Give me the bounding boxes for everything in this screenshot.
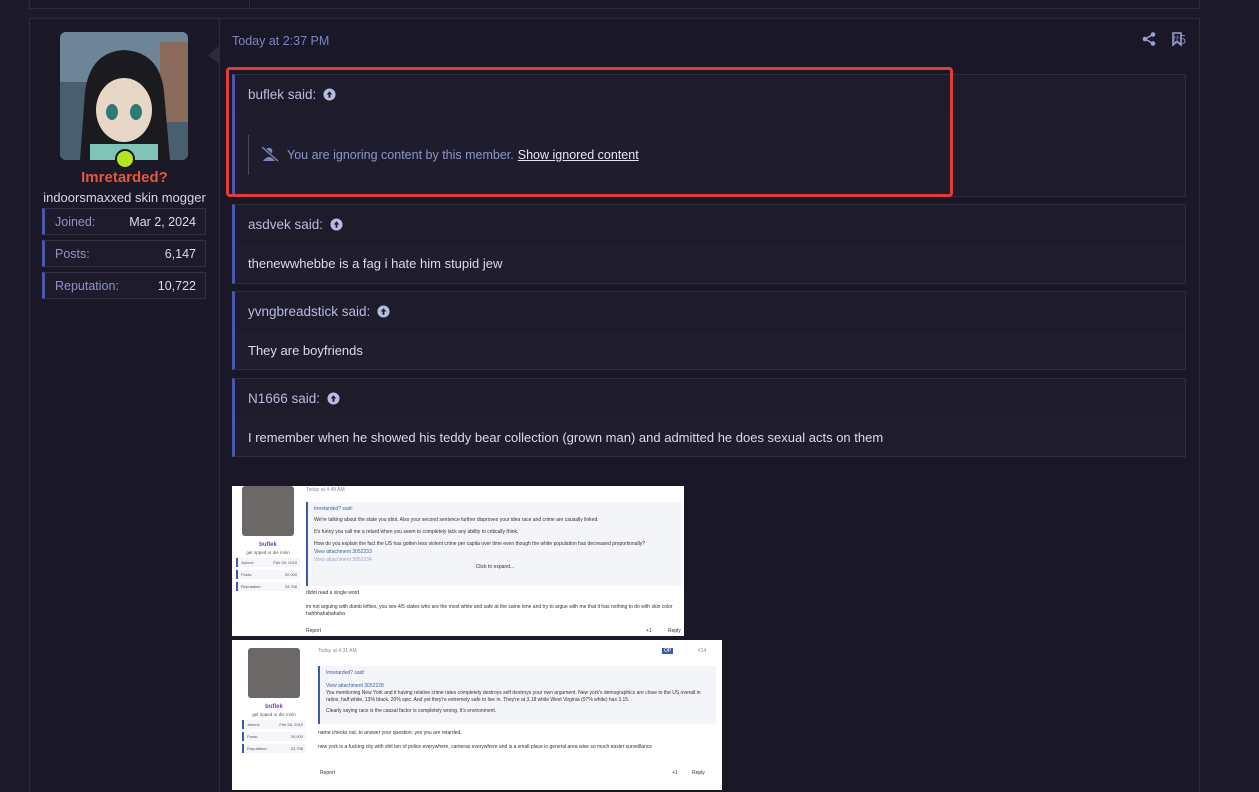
shot-reply: didnt read a single word im not arguing … xyxy=(306,590,673,617)
quote-block: buflek said: You are ignoring content by… xyxy=(232,74,1186,197)
shot-stat: Reputation: 33,758 xyxy=(242,744,306,753)
avatar[interactable] xyxy=(60,32,188,160)
shot-report: Report xyxy=(320,770,336,776)
shot-timestamp: Today at 4:48 AM xyxy=(306,487,345,493)
quote-block: N1666 said: I remember when he showed hi… xyxy=(232,378,1186,457)
attached-image-1[interactable]: buflek get ripped or die mirin Joined: Fe… xyxy=(232,486,684,636)
stat-reputation: Reputation: 10,722 xyxy=(42,272,206,299)
shot-user-cell: buflek get ripped or die mirin Joined: Fe… xyxy=(236,486,300,591)
quote-header[interactable]: yvngbreadstick said: xyxy=(235,292,1185,331)
quote-header[interactable]: N1666 said: xyxy=(235,379,1185,418)
shot-stat: Joined: Feb 28, 2019 xyxy=(236,558,300,567)
previous-post-edge xyxy=(29,0,1200,9)
arrow-up-circle-icon[interactable] xyxy=(323,88,336,101)
shot-user-cell: buflek get ripped or die mirin Joined: Fe… xyxy=(242,648,306,753)
shot-username: buflek xyxy=(265,704,283,710)
stat-value: 10,722 xyxy=(157,278,196,293)
quote-author: yvngbreadstick said: xyxy=(248,304,371,319)
share-icon[interactable] xyxy=(1141,31,1159,49)
shot-user-title: get ripped or die mirin xyxy=(252,712,296,717)
quote-block: asdvek said: thenewwhebbe is a fag i hat… xyxy=(232,204,1186,284)
quote-header[interactable]: asdvek said: xyxy=(235,205,1185,244)
stat-value: 6,147 xyxy=(164,246,196,261)
shot-reply-link: Reply xyxy=(668,628,681,634)
shot-stat: Posts: 20,000 xyxy=(242,732,306,741)
muted-user-icon xyxy=(261,145,279,165)
shot-avatar xyxy=(242,486,294,536)
attached-image-2[interactable]: buflek get ripped or die mirin Joined: Fe… xyxy=(232,640,722,790)
shot-quote: Imretarded? said: View attachment 305222… xyxy=(318,666,716,724)
shot-quote: Imretarded? said: We're talking about th… xyxy=(306,502,682,586)
stat-value: Mar 2, 2024 xyxy=(129,214,196,229)
ignored-text: You are ignoring content by this member. xyxy=(287,148,514,162)
stat-joined: Joined: Mar 2, 2024 xyxy=(42,208,206,235)
quote-block: yvngbreadstick said: They are boyfriends xyxy=(232,291,1186,370)
shot-stat: Joined: Feb 28, 2019 xyxy=(242,720,306,729)
shot-reply-link: Reply xyxy=(692,770,705,776)
stat-label: Reputation: xyxy=(55,278,119,293)
shot-username: buflek xyxy=(259,542,277,548)
shot-timestamp: Today at 4:31 AM xyxy=(318,648,357,654)
shot-avatar xyxy=(248,648,300,698)
post-number[interactable]: #5 xyxy=(1172,33,1186,47)
quote-author: N1666 said: xyxy=(248,391,321,406)
shot-stat: Reputation: 33,758 xyxy=(236,582,300,591)
shot-op-badge: OP xyxy=(662,648,674,654)
quote-body: They are boyfriends xyxy=(235,331,1185,369)
user-title: indoorsmaxxed skin mogger xyxy=(43,190,206,205)
shot-user-title: get ripped or die mirin xyxy=(246,550,290,555)
show-ignored-content-link[interactable]: Show ignored content xyxy=(518,148,639,162)
online-status-dot xyxy=(115,149,135,169)
arrow-up-circle-icon[interactable] xyxy=(330,218,343,231)
quote-header[interactable]: buflek said: xyxy=(235,75,1185,114)
shot-like: +1 xyxy=(672,770,678,776)
page: Imretarded? indoorsmaxxed skin mogger Jo… xyxy=(0,0,1259,792)
shot-post-number: #14 xyxy=(698,648,707,654)
stat-label: Joined: xyxy=(55,214,96,229)
arrow-up-circle-icon[interactable] xyxy=(377,305,390,318)
shot-stat: Posts: 20,000 xyxy=(236,570,300,579)
quote-body: You are ignoring content by this member.… xyxy=(235,114,1185,196)
message-arrow xyxy=(208,46,219,64)
post-timestamp[interactable]: Today at 2:37 PM xyxy=(232,34,329,48)
shot-reply: name checks out. to answer your question… xyxy=(318,730,653,750)
ignored-notice: You are ignoring content by this member.… xyxy=(248,135,639,175)
quote-author: buflek said: xyxy=(248,87,317,102)
quote-body: thenewwhebbe is a fag i hate him stupid … xyxy=(235,244,1185,283)
arrow-up-circle-icon[interactable] xyxy=(327,392,340,405)
quote-body: I remember when he showed his teddy bear… xyxy=(235,418,1185,456)
stat-posts: Posts: 6,147 xyxy=(42,240,206,267)
quote-author: asdvek said: xyxy=(248,217,324,232)
shot-like: +1 xyxy=(646,628,652,634)
shot-report: Report xyxy=(306,628,322,634)
username[interactable]: Imretarded? xyxy=(30,169,219,186)
stat-label: Posts: xyxy=(55,246,90,261)
